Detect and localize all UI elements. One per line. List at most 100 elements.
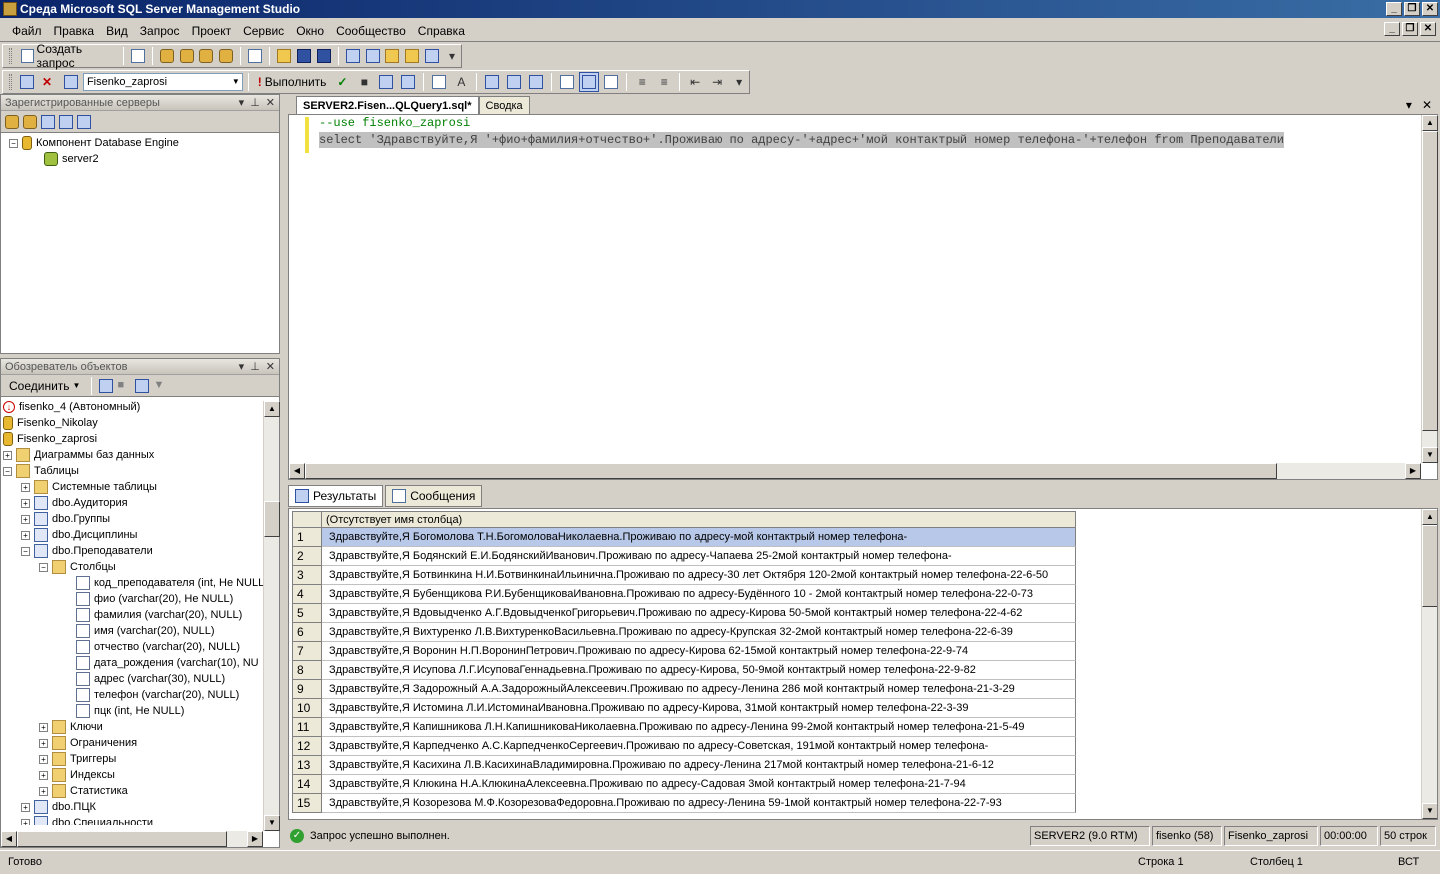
- table-cell[interactable]: Здравствуйте,Я Ботвинкина Н.И.Ботвинкина…: [322, 566, 1076, 585]
- tree-node[interactable]: Fisenko_Nikolay: [1, 415, 279, 431]
- tree-node[interactable]: адрес (varchar(30), NULL): [1, 671, 279, 687]
- table-cell[interactable]: Здравствуйте,Я Капишникова Л.Н.Капишнико…: [322, 718, 1076, 737]
- client-stats-button[interactable]: [504, 72, 524, 92]
- scroll-thumb[interactable]: [17, 831, 227, 847]
- tree-node[interactable]: ↓ fisenko_4 (Автономный): [1, 399, 279, 415]
- column-header[interactable]: (Отсутствует имя столбца): [322, 511, 1076, 528]
- copy-button[interactable]: [246, 46, 264, 66]
- tree-node-server2[interactable]: server2: [1, 151, 279, 167]
- scroll-left-icon[interactable]: ◀: [289, 463, 305, 479]
- mdi-minimize-button[interactable]: _: [1384, 22, 1400, 36]
- tree-node[interactable]: − Таблицы: [1, 463, 279, 479]
- filter-icon[interactable]: ▼: [153, 379, 167, 393]
- expand-icon[interactable]: +: [21, 818, 30, 825]
- reporting-services-icon[interactable]: [41, 114, 55, 129]
- menu-tools[interactable]: Сервис: [237, 24, 290, 38]
- scroll-down-icon[interactable]: ▼: [1422, 447, 1438, 463]
- results-to-file-button[interactable]: [601, 72, 621, 92]
- pin-icon[interactable]: ⊥: [250, 360, 260, 373]
- row-header-corner[interactable]: [292, 511, 322, 528]
- table-cell[interactable]: Здравствуйте,Я Бубенщикова Р.И.Бубенщико…: [322, 585, 1076, 604]
- connect-dropdown-button[interactable]: Соединить ▼: [5, 376, 84, 396]
- expand-icon[interactable]: +: [39, 754, 48, 764]
- tab-summary[interactable]: Сводка: [478, 96, 530, 114]
- expand-icon[interactable]: +: [21, 530, 30, 540]
- table-row[interactable]: 1 Здравствуйте,Я Богомолова Т.Н.Богомолов…: [292, 528, 1076, 547]
- mdi-restore-button[interactable]: ❐: [1402, 22, 1418, 36]
- collapse-icon[interactable]: −: [39, 562, 48, 572]
- dmx-query-button[interactable]: [197, 46, 215, 66]
- tree-node[interactable]: отчество (varchar(20), NULL): [1, 639, 279, 655]
- table-row[interactable]: 14 Здравствуйте,Я Клюкина Н.А.КлюкинаАлек…: [292, 775, 1076, 794]
- minimize-button[interactable]: _: [1386, 2, 1402, 16]
- row-number[interactable]: 14: [292, 775, 322, 794]
- tree-node[interactable]: + Системные таблицы: [1, 479, 279, 495]
- mobile-icon[interactable]: [59, 114, 73, 129]
- toolbar-options-button[interactable]: ▾: [729, 72, 749, 92]
- tree-node[interactable]: − Столбцы: [1, 559, 279, 575]
- table-row[interactable]: 13 Здравствуйте,Я Касихина Л.В.КасихинаВл…: [292, 756, 1076, 775]
- editor-hscrollbar[interactable]: ◀ ▶: [289, 463, 1421, 479]
- table-row[interactable]: 6 Здравствуйте,Я Вихтуренко Л.В.Вихтуренк…: [292, 623, 1076, 642]
- menu-help[interactable]: Справка: [412, 24, 471, 38]
- tree-node[interactable]: Fisenko_zaprosi: [1, 431, 279, 447]
- row-number[interactable]: 13: [292, 756, 322, 775]
- editor-vscrollbar[interactable]: ▲ ▼: [1421, 115, 1438, 463]
- tree-node[interactable]: имя (varchar(20), NULL): [1, 623, 279, 639]
- tree-node[interactable]: фамилия (varchar(20), NULL): [1, 607, 279, 623]
- increase-indent-button[interactable]: ⇥: [707, 72, 727, 92]
- registered-servers-button[interactable]: [344, 46, 362, 66]
- table-row[interactable]: 11 Здравствуйте,Я Капишникова Л.Н.Капишни…: [292, 718, 1076, 737]
- tree-node[interactable]: + Ограничения: [1, 735, 279, 751]
- row-number[interactable]: 10: [292, 699, 322, 718]
- menu-view[interactable]: Вид: [100, 24, 134, 38]
- expand-icon[interactable]: +: [39, 770, 48, 780]
- expand-icon[interactable]: +: [39, 738, 48, 748]
- table-cell[interactable]: Здравствуйте,Я Воронин Н.П.ВоронинПетров…: [322, 642, 1076, 661]
- scroll-down-icon[interactable]: ▼: [264, 815, 280, 831]
- row-number[interactable]: 4: [292, 585, 322, 604]
- db-query-button[interactable]: [158, 46, 176, 66]
- table-cell[interactable]: Здравствуйте,Я Карпедченко А.С.Карпедчен…: [322, 737, 1076, 756]
- analysis-services-icon[interactable]: [23, 114, 37, 129]
- tree-node[interactable]: + Индексы: [1, 767, 279, 783]
- object-explorer-button[interactable]: [364, 46, 382, 66]
- tree-node[interactable]: + Статистика: [1, 783, 279, 799]
- close-button[interactable]: ✕: [1422, 2, 1438, 16]
- table-cell[interactable]: Здравствуйте,Я Задорожный А.А.Задорожный…: [322, 680, 1076, 699]
- query-designer-button[interactable]: [398, 72, 418, 92]
- stop-icon[interactable]: ■: [117, 379, 131, 393]
- results-to-text-button[interactable]: [557, 72, 577, 92]
- table-row[interactable]: 5 Здравствуйте,Я Вдовыдченко А.Г.Вдовыдче…: [292, 604, 1076, 623]
- close-document-icon[interactable]: ✕: [1422, 98, 1432, 112]
- template-explorer-button[interactable]: [383, 46, 401, 66]
- xmla-query-button[interactable]: [217, 46, 235, 66]
- row-number[interactable]: 5: [292, 604, 322, 623]
- refresh-icon[interactable]: [135, 378, 150, 393]
- tree-node[interactable]: + Триггеры: [1, 751, 279, 767]
- close-icon[interactable]: ✕: [266, 96, 275, 109]
- tree-node[interactable]: − dbo.Преподаватели: [1, 543, 279, 559]
- disconnect-icon[interactable]: [99, 378, 114, 393]
- cancel-query-button[interactable]: ■: [354, 72, 374, 92]
- pin-icon[interactable]: ⊥: [250, 96, 260, 109]
- table-cell[interactable]: Здравствуйте,Я Козорезова М.Ф.Козорезова…: [322, 794, 1076, 813]
- toolbar-grip[interactable]: [9, 48, 12, 64]
- collapse-icon[interactable]: −: [21, 546, 30, 556]
- row-number[interactable]: 7: [292, 642, 322, 661]
- tree-node-db-engine[interactable]: − Компонент Database Engine: [1, 135, 279, 151]
- tree-node[interactable]: пцк (int, Не NULL): [1, 703, 279, 719]
- open-button[interactable]: [275, 46, 293, 66]
- include-plan-button[interactable]: [482, 72, 502, 92]
- table-row[interactable]: 2 Здравствуйте,Я Бодянский Е.И.БодянскийИ…: [292, 547, 1076, 566]
- tree-node[interactable]: + dbo.Специальности: [1, 815, 279, 825]
- tree-node[interactable]: фио (varchar(20), Не NULL): [1, 591, 279, 607]
- table-cell[interactable]: Здравствуйте,Я Клюкина Н.А.КлюкинаАлексе…: [322, 775, 1076, 794]
- query-options-button[interactable]: [526, 72, 546, 92]
- scroll-up-icon[interactable]: ▲: [264, 401, 280, 417]
- table-row[interactable]: 4 Здравствуйте,Я Бубенщикова Р.И.Бубенщик…: [292, 585, 1076, 604]
- tree-node[interactable]: + dbo.Дисциплины: [1, 527, 279, 543]
- table-row[interactable]: 12 Здравствуйте,Я Карпедченко А.С.Карпедч…: [292, 737, 1076, 756]
- menu-community[interactable]: Сообщество: [330, 24, 412, 38]
- tree-vscrollbar[interactable]: ▲ ▼: [263, 401, 280, 831]
